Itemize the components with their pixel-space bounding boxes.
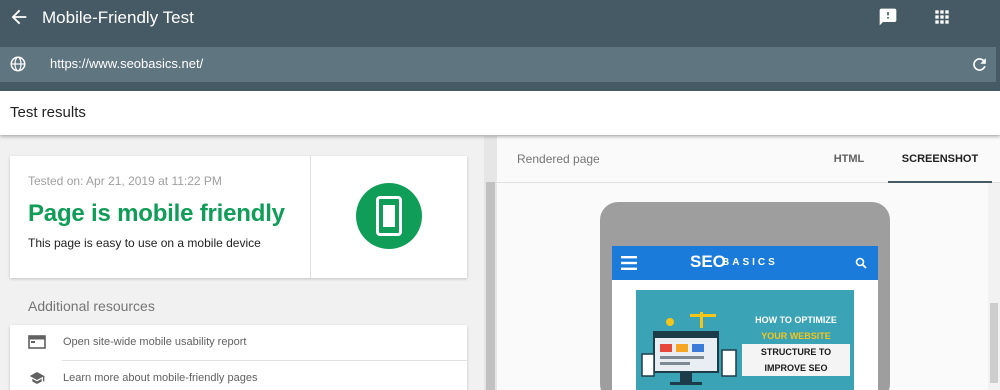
hamburger-menu-icon [621,256,637,270]
preview-tab-bar: Rendered page HTML SCREENSHOT [497,136,1000,183]
verdict-subtitle: This page is easy to use on a mobile dev… [28,236,261,250]
site-hero-image: HOW TO OPTIMIZE YOUR WEBSITE STRUCTURE T… [636,290,854,390]
results-title: Test results [10,104,86,121]
verdict-headline: Page is mobile friendly [28,200,285,227]
resource-label[interactable]: Open site-wide mobile usability report [63,336,246,348]
tab-screenshot[interactable]: SCREENSHOT [888,136,992,183]
hero-headline: HOW TO OPTIMIZE YOUR WEBSITE STRUCTURE T… [740,312,852,376]
search-icon [855,257,867,269]
preview-scrollbar[interactable] [988,183,1000,390]
tab-html[interactable]: HTML [817,136,881,183]
results-header: Test results [0,91,1000,135]
resources-card: Open site-wide mobile usability report L… [10,325,467,390]
card-divider [310,156,311,278]
back-arrow-icon[interactable] [8,6,30,28]
tested-on-timestamp: Tested on: Apr 21, 2019 at 11:22 PM [28,174,222,188]
resource-item-learn-more[interactable]: Learn more about mobile-friendly pages [10,361,467,390]
hero-line: STRUCTURE TO [742,344,850,360]
school-cap-icon [29,372,45,384]
resource-item-usability-report[interactable]: Open site-wide mobile usability report [10,325,467,359]
website-illustration-icon [641,312,737,385]
phone-screen [383,205,395,227]
phone-mockup: SEO BASICS HOW TO OPTIMIZE YOUR WEBSITE … [600,202,890,390]
scroll-thumb[interactable] [990,303,998,383]
site-logo-subtitle: BASICS [722,257,778,268]
url-input[interactable]: https://www.seobasics.net/ [50,56,203,71]
resource-label[interactable]: Learn more about mobile-friendly pages [63,372,257,384]
browser-window-icon [28,335,46,349]
hero-line: IMPROVE SEO [742,360,850,376]
additional-resources-title: Additional resources [28,298,155,314]
globe-icon [10,56,26,72]
rendered-screenshot: SEO BASICS HOW TO OPTIMIZE YOUR WEBSITE … [612,246,878,390]
hero-line: YOUR WEBSITE [761,331,831,341]
site-logo: SEO [690,252,726,271]
preview-pane: Rendered page HTML SCREENSHOT SEO BASICS [497,136,1000,390]
hero-line: HOW TO OPTIMIZE [755,315,837,325]
mobile-friendly-badge [356,183,422,249]
results-pane: Tested on: Apr 21, 2019 at 11:22 PM Page… [0,136,484,390]
feedback-icon[interactable] [878,7,898,27]
phone-icon [376,196,402,236]
apps-grid-icon[interactable] [932,7,952,27]
reload-icon[interactable] [970,55,989,74]
verdict-card: Tested on: Apr 21, 2019 at 11:22 PM Page… [10,156,467,278]
app-title: Mobile-Friendly Test [42,8,194,27]
left-scrollbar[interactable] [484,136,497,390]
site-nav-bar: SEO BASICS [612,246,878,280]
selected-tab-indicator [888,181,992,183]
scroll-thumb[interactable] [486,182,495,390]
app-bar: Mobile-Friendly Test https://www.seobasi… [0,0,1000,91]
url-bar[interactable]: https://www.seobasics.net/ [0,47,996,82]
rendered-page-label: Rendered page [517,152,600,166]
